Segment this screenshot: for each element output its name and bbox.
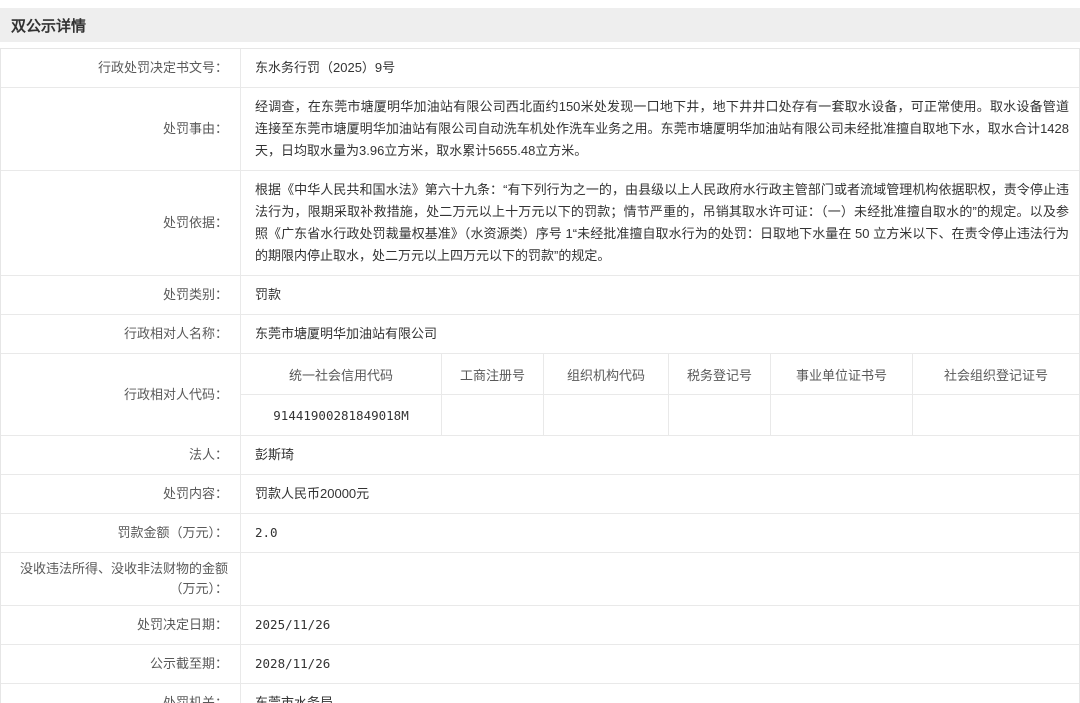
- code-table-header-business-reg-number: 工商注册号: [442, 354, 544, 394]
- code-table-header-tax-reg-number: 税务登记号: [669, 354, 771, 394]
- row-value: 经调查，在东莞市塘厦明华加油站有限公司西北面约150米处发现一口地下井，地下井井…: [241, 88, 1079, 170]
- row-value: 根据《中华人民共和国水法》第六十九条：“有下列行为之一的，由县级以上人民政府水行…: [241, 171, 1079, 275]
- row-fine-amount: 罚款金额（万元）： 2.0: [1, 514, 1079, 553]
- row-value: 东莞市水务局: [241, 684, 1079, 703]
- row-counterpart-codes: 行政相对人代码： 统一社会信用代码 工商注册号 组织机构代码 税务登记号 事业单…: [1, 354, 1079, 436]
- row-label: 罚款金额（万元）：: [1, 514, 241, 552]
- double-publicity-detail-page: 双公示详情 行政处罚决定书文号： 东水务行罚（2025）9号 处罚事由： 经调查…: [0, 8, 1080, 703]
- code-table-value-org-code: [544, 395, 669, 435]
- code-table-header-row: 统一社会信用代码 工商注册号 组织机构代码 税务登记号 事业单位证书号 社会组织…: [241, 354, 1079, 395]
- row-value: [241, 553, 1079, 605]
- row-value: 东水务行罚（2025）9号: [241, 49, 1079, 87]
- row-label: 行政相对人代码：: [1, 354, 241, 435]
- code-table-header-org-code: 组织机构代码: [544, 354, 669, 394]
- row-label: 处罚依据：: [1, 171, 241, 275]
- row-legal-representative: 法人： 彭斯琦: [1, 436, 1079, 475]
- watermark-block: [954, 663, 980, 675]
- row-penalty-basis: 处罚依据： 根据《中华人民共和国水法》第六十九条：“有下列行为之一的，由县级以上…: [1, 171, 1079, 276]
- code-table-value-row: 91441900281849018M: [241, 395, 1079, 435]
- code-table-header-credit-code: 统一社会信用代码: [241, 354, 442, 394]
- code-table-header-social-org-reg-number: 社会组织登记证号: [913, 354, 1079, 394]
- row-counterpart-name: 行政相对人名称： 东莞市塘厦明华加油站有限公司: [1, 315, 1079, 354]
- row-label: 处罚机关：: [1, 684, 241, 703]
- row-value: 罚款: [241, 276, 1079, 314]
- row-label: 行政处罚决定书文号：: [1, 49, 241, 87]
- row-value: 2.0: [241, 514, 1079, 552]
- row-value: 2025/11/26: [241, 606, 1079, 644]
- code-table-value-social-org-reg-number: [913, 395, 1079, 435]
- row-value: 彭斯琦: [241, 436, 1079, 474]
- row-value: 罚款人民币20000元: [241, 475, 1079, 513]
- row-penalty-decision-doc-number: 行政处罚决定书文号： 东水务行罚（2025）9号: [1, 49, 1079, 88]
- watermark-artifact: [810, 663, 988, 675]
- row-label: 公示截至期：: [1, 645, 241, 683]
- row-label: 处罚决定日期：: [1, 606, 241, 644]
- counterpart-code-table: 统一社会信用代码 工商注册号 组织机构代码 税务登记号 事业单位证书号 社会组织…: [241, 354, 1079, 435]
- row-label: 处罚事由：: [1, 88, 241, 170]
- code-table-value-credit-code: 91441900281849018M: [241, 395, 442, 435]
- code-table-value-business-reg-number: [442, 395, 544, 435]
- page-title: 双公示详情: [11, 15, 86, 36]
- row-label: 行政相对人名称：: [1, 315, 241, 353]
- row-penalty-reason: 处罚事由： 经调查，在东莞市塘厦明华加油站有限公司西北面约150米处发现一口地下…: [1, 88, 1079, 171]
- watermark-block: [870, 663, 894, 675]
- row-penalty-decision-date: 处罚决定日期： 2025/11/26: [1, 606, 1079, 645]
- code-table-header-institution-cert-number: 事业单位证书号: [771, 354, 913, 394]
- row-label: 处罚内容：: [1, 475, 241, 513]
- watermark-block: [843, 663, 865, 675]
- watermark-block: [810, 663, 838, 675]
- code-table-value-tax-reg-number: [669, 395, 771, 435]
- watermark-block: [899, 663, 949, 675]
- row-label: 没收违法所得、没收非法财物的金额（万元）：: [1, 553, 241, 605]
- row-penalty-content: 处罚内容： 罚款人民币20000元: [1, 475, 1079, 514]
- row-label: 处罚类别：: [1, 276, 241, 314]
- row-label: 法人：: [1, 436, 241, 474]
- page-title-bar: 双公示详情: [0, 8, 1080, 42]
- penalty-details-table: 行政处罚决定书文号： 东水务行罚（2025）9号 处罚事由： 经调查，在东莞市塘…: [0, 48, 1080, 703]
- row-value: 东莞市塘厦明华加油站有限公司: [241, 315, 1079, 353]
- code-table-value-institution-cert-number: [771, 395, 913, 435]
- row-penalty-authority: 处罚机关： 东莞市水务局: [1, 684, 1079, 703]
- row-confiscation-amount: 没收违法所得、没收非法财物的金额（万元）：: [1, 553, 1079, 606]
- row-penalty-category: 处罚类别： 罚款: [1, 276, 1079, 315]
